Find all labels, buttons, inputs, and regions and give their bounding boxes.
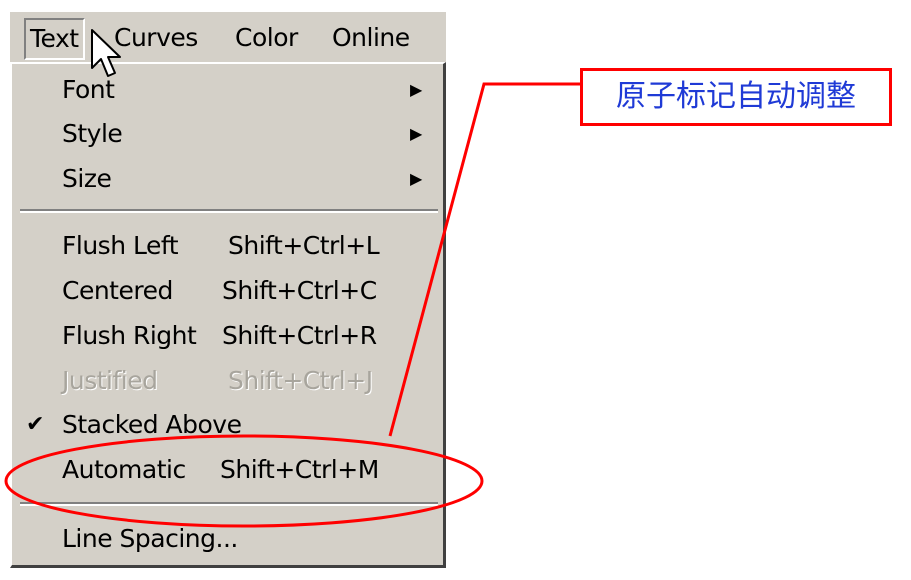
menu-item-shortcut: Shift+Ctrl+J	[228, 366, 373, 395]
menu-item-style[interactable]: Style ▶	[12, 112, 443, 156]
menu-item-label: Justified	[62, 366, 158, 395]
menu-item-label: Automatic	[62, 455, 186, 484]
menu-separator	[20, 502, 438, 506]
menu-item-centered[interactable]: Centered Shift+Ctrl+C	[12, 269, 443, 313]
menu-item-label: Size	[62, 164, 112, 193]
menu-separator	[20, 209, 438, 213]
menu-item-label: Line Spacing...	[62, 524, 238, 553]
menu-item-line-spacing[interactable]: Line Spacing...	[12, 517, 443, 561]
menu-item-flush-right[interactable]: Flush Right Shift+Ctrl+R	[12, 314, 443, 358]
menu-item-shortcut: Shift+Ctrl+C	[222, 276, 377, 305]
menu-item-shortcut: Shift+Ctrl+M	[220, 455, 379, 484]
menu-item-label: Font	[62, 75, 115, 104]
submenu-arrow-icon: ▶	[410, 80, 422, 99]
menu-item-label: Flush Left	[62, 231, 179, 260]
menu-online[interactable]: Online	[332, 18, 410, 58]
menu-item-label: Stacked Above	[62, 410, 242, 439]
menu-item-size[interactable]: Size ▶	[12, 157, 443, 201]
menu-item-automatic[interactable]: Automatic Shift+Ctrl+M	[12, 448, 443, 492]
submenu-arrow-icon: ▶	[410, 169, 422, 188]
submenu-arrow-icon: ▶	[410, 124, 422, 143]
menu-item-flush-left[interactable]: Flush Left Shift+Ctrl+L	[12, 224, 443, 268]
menu-item-label: Flush Right	[62, 321, 197, 350]
menu-item-justified: Justified Shift+Ctrl+J	[12, 359, 443, 403]
menu-color[interactable]: Color	[235, 18, 298, 58]
menu-text[interactable]: Text	[24, 18, 85, 60]
callout-box: 原子标记自动调整	[580, 68, 892, 126]
menu-curves[interactable]: Curves	[114, 18, 198, 58]
menu-item-shortcut: Shift+Ctrl+L	[228, 231, 380, 260]
checkmark-icon: ✔	[26, 412, 44, 437]
menu-item-label: Centered	[62, 276, 173, 305]
menu-item-shortcut: Shift+Ctrl+R	[222, 321, 377, 350]
menu-item-label: Style	[62, 119, 123, 148]
menu-bar: Text Curves Color Online	[10, 12, 446, 62]
menu-item-font[interactable]: Font ▶	[12, 68, 443, 112]
text-menu-dropdown: Font ▶ Style ▶ Size ▶ Flush Left Shift+C…	[10, 62, 446, 568]
screenshot-stage: Text Curves Color Online Font ▶ Style ▶ …	[0, 0, 911, 580]
menu-item-stacked-above[interactable]: ✔ Stacked Above	[12, 403, 443, 447]
